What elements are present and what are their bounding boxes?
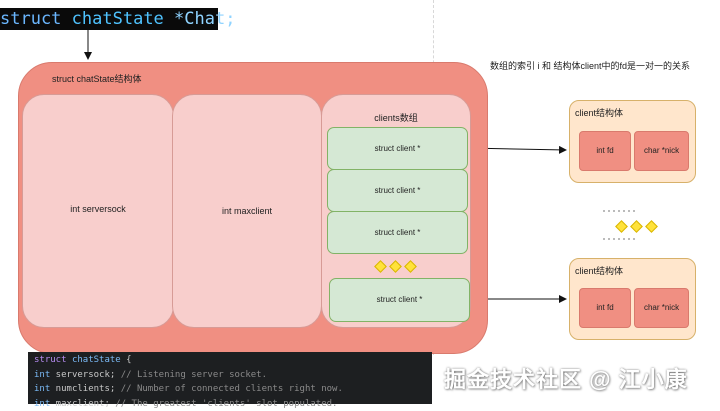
watermark: 掘金技术社区 @ 江小康 bbox=[444, 362, 688, 394]
code-name: serversock; bbox=[50, 370, 115, 380]
code-line: int serversock; // Listening server sock… bbox=[34, 368, 432, 383]
client-cell: struct client * bbox=[329, 278, 470, 322]
maxclient-panel: int maxclient bbox=[172, 94, 322, 328]
client-struct-box: client结构体 int fd char *nick bbox=[569, 258, 696, 340]
code-rest: { bbox=[121, 355, 132, 365]
code-comment: // Listening server socket. bbox=[115, 370, 267, 380]
fd-field: int fd bbox=[579, 131, 631, 171]
code-comment: // Number of connected clients right now… bbox=[115, 384, 343, 394]
code-line: int numclients; // Number of connected c… bbox=[34, 382, 432, 397]
maxclient-label: int maxclient bbox=[173, 206, 321, 216]
serversock-panel: int serversock bbox=[22, 94, 174, 328]
client-struct-title: client结构体 bbox=[575, 106, 623, 119]
nick-field: char *nick bbox=[634, 288, 689, 328]
serversock-label: int serversock bbox=[23, 204, 173, 214]
code-type: chatState bbox=[72, 355, 121, 365]
client-cell: struct client * bbox=[327, 127, 468, 170]
code-name: numclients; bbox=[50, 384, 115, 394]
code-line: struct chatState { bbox=[34, 353, 432, 368]
code-type: int bbox=[34, 370, 50, 380]
clients-array-label: clients数组 bbox=[322, 111, 470, 124]
nick-field: char *nick bbox=[634, 131, 689, 171]
code-type: int bbox=[34, 384, 50, 394]
client-struct-box: client结构体 int fd char *nick bbox=[569, 100, 696, 183]
relation-note: 数组的索引 i 和 结构体client中的fd是一对一的关系 bbox=[490, 59, 690, 72]
chatstate-struct-label: struct chatState结构体 bbox=[52, 72, 142, 85]
fd-field: int fd bbox=[579, 288, 631, 328]
code-keyword: struct bbox=[34, 355, 67, 365]
client-cell: struct client * bbox=[327, 211, 468, 254]
client-cell: struct client * bbox=[327, 169, 468, 212]
client-struct-title: client结构体 bbox=[575, 264, 623, 277]
code-snippet-bottom: struct chatState { int serversock; // Li… bbox=[28, 352, 432, 404]
